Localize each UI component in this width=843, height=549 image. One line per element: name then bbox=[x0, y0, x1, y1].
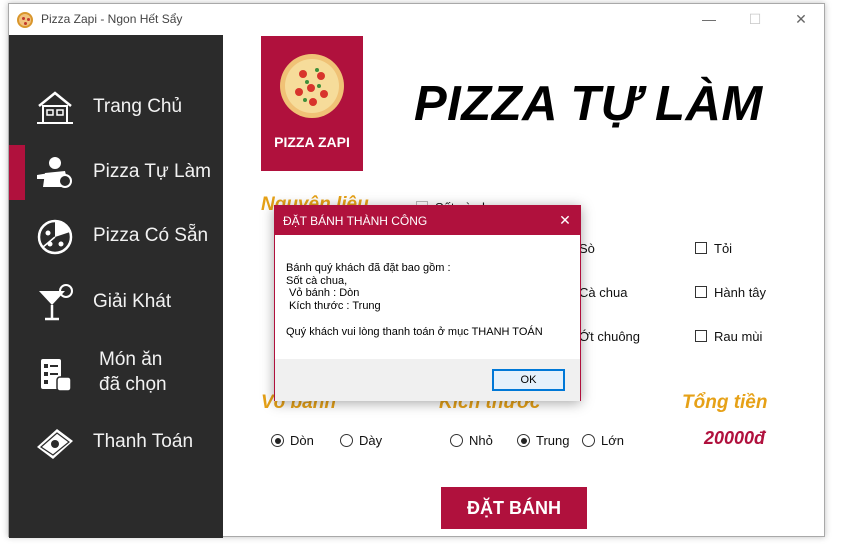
page-title: PIZZA TỰ LÀM bbox=[414, 77, 763, 131]
checkbox-ca-chua[interactable]: Cà chua bbox=[579, 285, 627, 300]
radio-label: Trung bbox=[536, 433, 570, 448]
checkbox-rau-mui[interactable]: Rau mùi bbox=[695, 329, 762, 344]
pizza-zapi-logo: PIZZA ZAPI bbox=[261, 36, 363, 171]
radio-don[interactable]: Dòn bbox=[271, 433, 314, 448]
chef-icon bbox=[37, 157, 72, 188]
radio-trung[interactable]: Trung bbox=[517, 433, 569, 448]
pizza-icon bbox=[37, 219, 73, 255]
radio-dot[interactable] bbox=[340, 434, 353, 447]
sidebar: Trang Chủ Pizza Tự Làm Pizza Có Sẵn Giải… bbox=[9, 35, 223, 538]
checkbox-ot-chuong[interactable]: Ớt chuông bbox=[579, 329, 640, 344]
pizza-icon bbox=[280, 54, 344, 118]
dialog-payment-message: Quý khách vui lòng thanh toán ở mục THAN… bbox=[286, 326, 543, 338]
sidebar-item-giai-khat[interactable]: Giải Khát bbox=[9, 275, 223, 330]
radio-dot[interactable] bbox=[517, 434, 530, 447]
sidebar-item-label: Giải Khát bbox=[93, 291, 172, 312]
title-bar: Pizza Zapi - Ngon Hết Sẩy — ☐ ✕ bbox=[9, 4, 824, 35]
window-title: Pizza Zapi - Ngon Hết Sẩy bbox=[41, 12, 183, 26]
checkbox-box[interactable] bbox=[695, 286, 707, 298]
sidebar-item-trang-chu[interactable]: Trang Chủ bbox=[9, 80, 223, 135]
app-window: Pizza Zapi - Ngon Hết Sẩy — ☐ ✕ Trang Ch… bbox=[8, 3, 825, 538]
dialog-title: ĐẶT BÁNH THÀNH CÔNG bbox=[283, 214, 428, 228]
sidebar-item-label: Pizza Tự Làm bbox=[93, 161, 211, 182]
menu-list-icon bbox=[41, 359, 72, 392]
radio-day[interactable]: Dày bbox=[340, 433, 382, 448]
checkbox-label: Sò bbox=[579, 241, 595, 256]
ok-button[interactable]: OK bbox=[492, 369, 565, 391]
order-button[interactable]: ĐẶT BÁNH bbox=[441, 487, 587, 529]
radio-dot[interactable] bbox=[582, 434, 595, 447]
total-title: Tổng tiền bbox=[682, 392, 768, 413]
cocktail-icon bbox=[39, 284, 73, 321]
total-value: 20000đ bbox=[704, 428, 766, 448]
dialog-title-bar: ĐẶT BÁNH THÀNH CÔNG ✕ bbox=[275, 206, 580, 235]
checkbox-box[interactable] bbox=[695, 242, 707, 254]
radio-label: Dòn bbox=[290, 433, 314, 448]
sidebar-item-label: Món ăn đã chọn bbox=[99, 347, 167, 397]
radio-label: Lớn bbox=[601, 433, 624, 448]
sidebar-item-pizza-co-san[interactable]: Pizza Có Sẵn bbox=[9, 209, 223, 264]
radio-label: Nhỏ bbox=[469, 433, 493, 448]
radio-nho[interactable]: Nhỏ bbox=[450, 433, 493, 448]
dialog-line: Kích thước : Trung bbox=[286, 299, 381, 312]
dialog-order-summary: Bánh quý khách đã đặt bao gồm : Sốt cà c… bbox=[286, 262, 451, 312]
checkbox-so[interactable]: Sò bbox=[579, 241, 595, 256]
checkbox-hanh-tay[interactable]: Hành tây bbox=[695, 285, 766, 300]
checkbox-label: Cà chua bbox=[579, 285, 628, 300]
radio-lon[interactable]: Lớn bbox=[582, 433, 624, 448]
checkbox-label: Tỏi bbox=[714, 241, 733, 256]
sidebar-item-mon-an-da-chon[interactable]: Món ăn đã chọn bbox=[9, 343, 223, 405]
radio-dot[interactable] bbox=[450, 434, 463, 447]
order-success-dialog: ĐẶT BÁNH THÀNH CÔNG ✕ Bánh quý khách đã … bbox=[274, 205, 581, 401]
house-icon bbox=[37, 91, 73, 124]
checkbox-toi[interactable]: Tỏi bbox=[695, 241, 732, 256]
radio-dot[interactable] bbox=[271, 434, 284, 447]
dialog-line: Sốt cà chua, bbox=[286, 274, 348, 287]
dialog-line: Vỏ bánh : Dòn bbox=[286, 287, 360, 299]
maximize-button[interactable]: ☐ bbox=[732, 4, 778, 35]
dialog-footer: OK bbox=[275, 359, 580, 401]
radio-label: Dày bbox=[359, 433, 383, 448]
sidebar-item-pizza-tu-lam[interactable]: Pizza Tự Làm bbox=[9, 145, 223, 200]
close-button[interactable]: ✕ bbox=[778, 4, 824, 35]
sidebar-item-label: Trang Chủ bbox=[93, 96, 183, 117]
minimize-button[interactable]: — bbox=[686, 4, 732, 35]
checkbox-label: Hành tây bbox=[714, 285, 767, 300]
pizza-app-icon bbox=[17, 12, 33, 28]
sidebar-item-label: Thanh Toán bbox=[93, 431, 194, 452]
dialog-close-icon[interactable]: ✕ bbox=[550, 206, 580, 235]
sidebar-item-label-line2: đã chọn bbox=[99, 374, 167, 395]
money-icon bbox=[37, 429, 73, 459]
sidebar-item-label: Pizza Có Sẵn bbox=[93, 225, 209, 246]
sidebar-item-thanh-toan[interactable]: Thanh Toán bbox=[9, 415, 223, 470]
checkbox-label: Rau mùi bbox=[714, 329, 763, 344]
logo-text: PIZZA ZAPI bbox=[274, 134, 350, 150]
dialog-line: Bánh quý khách đã đặt bao gồm : bbox=[286, 262, 451, 274]
checkbox-label: Ớt chuông bbox=[579, 329, 641, 344]
sidebar-item-label-line1: Món ăn bbox=[99, 349, 163, 370]
checkbox-box[interactable] bbox=[695, 330, 707, 342]
